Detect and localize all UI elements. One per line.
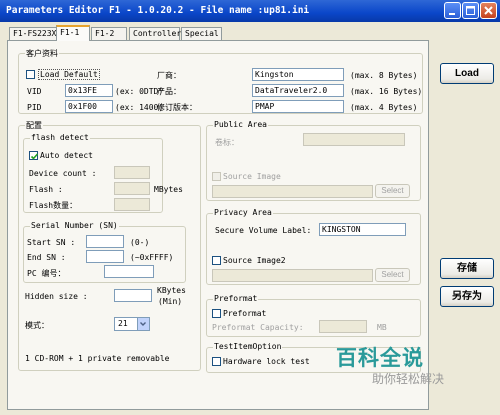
source-image2-checkbox[interactable] [212,256,221,265]
flash-count-field[interactable] [114,198,150,211]
pc-number-field[interactable] [104,265,154,278]
end-sn-hint: (~0xFFFF) [130,253,174,262]
minimize-button[interactable] [444,2,461,19]
mode-description: 1 CD-ROM + 1 private removable [25,354,170,363]
product-field[interactable]: DataTraveler2.0 [252,84,344,97]
vid-label: VID [27,87,42,96]
close-icon [484,6,493,15]
hardware-lock-checkbox[interactable] [212,357,221,366]
pid-field[interactable]: 0x1F00 [65,100,113,113]
load-default-checkbox[interactable] [26,70,35,79]
config-title: 配置 [25,120,43,131]
tab-controller[interactable]: Controller [129,27,181,40]
secure-volume-label: Secure Volume Label: [215,226,312,235]
source-image-label: Source Image [223,172,281,181]
device-count-label: Device count : [29,169,97,178]
tab-f1-1[interactable]: F1-1 [56,25,90,41]
auto-detect-label: Auto detect [40,151,93,160]
auto-detect-checkbox[interactable] [29,151,39,160]
hidden-unit-label: KBytes [157,286,186,295]
public-select-button[interactable]: Select [375,184,410,198]
flash-detect-title: flash detect [30,133,90,142]
revision-field[interactable]: PMAP [252,100,344,113]
flash-unit-label: MBytes [154,185,183,194]
flash-detect-group: flash detect Auto detect Device count : … [23,133,183,213]
customer-info-title: 客户资料 [25,48,59,59]
editor-window: Parameters Editor F1 - 1.0.20.2 - File n… [0,0,500,415]
preformat-capacity-label: Preformat Capacity: [212,323,304,332]
close-button[interactable] [480,2,497,19]
customer-info-group: 客户资料 Load Default VID 0x13FE (ex: 0DTD) … [18,48,423,114]
volume-label-field[interactable] [303,133,405,146]
hidden-min-label: (Min) [158,297,183,306]
revision-label: 修订版本： [157,103,197,112]
load-default-label: Load Default [38,69,100,80]
flash-size-field[interactable] [114,182,150,195]
save-as-button[interactable]: 另存为 [440,286,494,307]
start-sn-label: Start SN : [27,238,76,247]
pid-label: PID [27,103,42,112]
secure-volume-field[interactable]: KINGSTON [319,223,406,236]
watermark: 百科全说 助你轻松解决 [336,342,456,392]
vid-field[interactable]: 0x13FE [65,84,113,97]
checkmark-icon [30,153,39,160]
revision-hint: (max. 4 Bytes) [350,103,418,112]
tab-f1-2[interactable]: F1-2 [91,27,127,40]
privacy-select-button[interactable]: Select [375,268,410,282]
source-image-checkbox[interactable] [212,172,221,181]
config-group: 配置 flash detect Auto detect Device count… [18,120,201,371]
pc-number-label: PC 编号： [27,269,66,278]
source-image-field[interactable] [212,185,373,198]
save-button[interactable]: 存储 [440,258,494,279]
volume-label-label: 卷标： [215,138,239,147]
mode-combo[interactable]: 21 [114,317,150,331]
load-button[interactable]: Load [440,63,494,84]
pid-hint: (ex: 1400) [115,103,164,112]
watermark-subtitle: 助你轻松解决 [372,372,445,386]
serial-number-group: Serial Number (SN) Start SN : (0-) End S… [23,221,186,283]
watermark-logo: 百科全说 [336,346,424,370]
maximize-button[interactable] [462,2,479,19]
preformat-capacity-field[interactable] [319,320,367,333]
window-title: Parameters Editor F1 - 1.0.20.2 - File n… [6,5,310,16]
end-sn-label: End SN : [27,253,66,262]
tab-f1-fs223x[interactable]: F1-FS223X [9,27,57,40]
tab-special[interactable]: Special [181,27,222,40]
source-image2-label: Source Image2 [223,256,286,265]
public-area-title: Public Area [213,120,268,129]
device-count-field[interactable] [114,166,150,179]
vendor-label: 厂商： [157,71,181,80]
test-option-title: TestItemOption [213,342,283,351]
flash-count-label: Flash数量： [29,201,78,210]
preformat-title: Preformat [213,294,259,303]
public-area-group: Public Area 卷标： Source Image Select [206,120,421,201]
source-image2-field[interactable] [212,269,373,282]
title-bar: Parameters Editor F1 - 1.0.20.2 - File n… [0,0,500,22]
vendor-hint: (max. 8 Bytes) [350,71,418,80]
minimize-icon [449,13,455,15]
mode-value: 21 [118,319,128,328]
product-hint: (max. 16 Bytes) [350,87,423,96]
preformat-group: Preformat Preformat Preformat Capacity: … [206,294,421,337]
preformat-label: Preformat [223,309,267,318]
chevron-down-icon[interactable] [137,318,149,330]
maximize-icon [466,6,475,15]
serial-number-title: Serial Number (SN) [30,221,119,230]
product-label: 产品： [157,87,181,96]
hardware-lock-label: Hardware lock test [223,357,310,366]
preformat-checkbox[interactable] [212,309,221,318]
hidden-size-label: Hidden size : [25,292,88,301]
end-sn-field[interactable] [86,250,124,263]
mode-label: 模式： [25,321,49,330]
start-sn-hint: (0-) [130,238,150,247]
hidden-size-field[interactable] [114,289,152,302]
privacy-area-title: Privacy Area [213,208,273,217]
privacy-area-group: Privacy Area Secure Volume Label: KINGST… [206,208,421,285]
flash-label: Flash : [29,185,63,194]
vid-hint: (ex: 0DTD) [115,87,164,96]
start-sn-field[interactable] [86,235,124,248]
preformat-unit-label: MB [377,323,387,332]
vendor-field[interactable]: Kingston [252,68,344,81]
